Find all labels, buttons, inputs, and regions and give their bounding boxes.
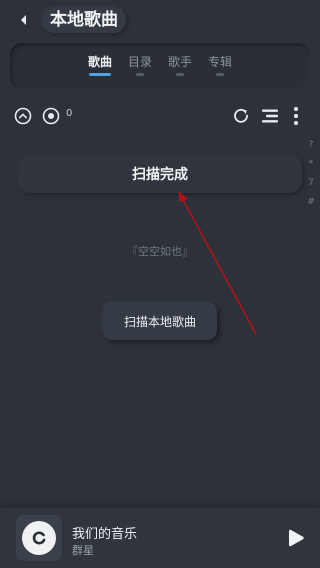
collapse-up-icon — [14, 107, 32, 125]
tab-label: 歌曲 — [87, 55, 112, 69]
index-letter[interactable]: ? — [305, 136, 317, 155]
record-button[interactable] — [40, 105, 62, 127]
tab-artists[interactable]: 歌手 — [163, 54, 197, 76]
tab-label: 目录 — [127, 55, 152, 69]
scan-status-text: 扫描完成 — [132, 167, 188, 183]
collapse-up-button[interactable] — [12, 105, 34, 127]
tab-label: 歌手 — [167, 55, 192, 69]
tab-folders[interactable]: 目录 — [123, 54, 157, 76]
tab-albums[interactable]: 专辑 — [203, 54, 237, 76]
play-icon — [289, 529, 304, 547]
index-letter[interactable]: # — [305, 193, 317, 212]
toolbar: 0 — [0, 104, 320, 128]
scan-local-songs-button[interactable]: 扫描本地歌曲 — [103, 302, 217, 340]
mini-player[interactable]: 我们的音乐 群星 — [0, 508, 320, 568]
more-vertical-icon — [294, 107, 298, 125]
index-letter[interactable]: * — [305, 155, 317, 174]
more-options-button[interactable] — [285, 105, 307, 127]
refresh-button[interactable] — [230, 105, 252, 127]
song-count: 0 — [66, 108, 73, 119]
tab-label: 专辑 — [207, 55, 232, 69]
disc-icon — [22, 521, 56, 555]
refresh-icon — [234, 108, 248, 123]
back-button[interactable] — [14, 10, 34, 30]
scan-status-card: 扫描完成 — [18, 155, 302, 193]
now-playing-artist: 群星 — [72, 544, 94, 557]
tab-indicator — [176, 73, 184, 76]
tab-indicator — [136, 73, 144, 76]
index-letter[interactable]: 7 — [305, 174, 317, 193]
back-arrow-icon — [21, 15, 26, 25]
sort-list-button[interactable] — [259, 105, 281, 127]
alphabet-index[interactable]: ? * 7 # — [305, 136, 317, 212]
tab-indicator — [216, 73, 224, 76]
page-title: 本地歌曲 — [42, 7, 126, 33]
sort-list-icon — [262, 109, 278, 123]
tab-indicator — [89, 73, 111, 76]
now-playing-title: 我们的音乐 — [72, 527, 138, 542]
tab-songs[interactable]: 歌曲 — [83, 54, 117, 76]
record-icon — [42, 107, 60, 125]
album-cover[interactable] — [16, 515, 62, 561]
play-button[interactable] — [284, 526, 308, 550]
empty-state-text: 『空空如也』 — [127, 245, 193, 258]
top-bar: 本地歌曲 — [0, 0, 320, 40]
tab-bar: 歌曲 目录 歌手 专辑 — [10, 43, 310, 89]
